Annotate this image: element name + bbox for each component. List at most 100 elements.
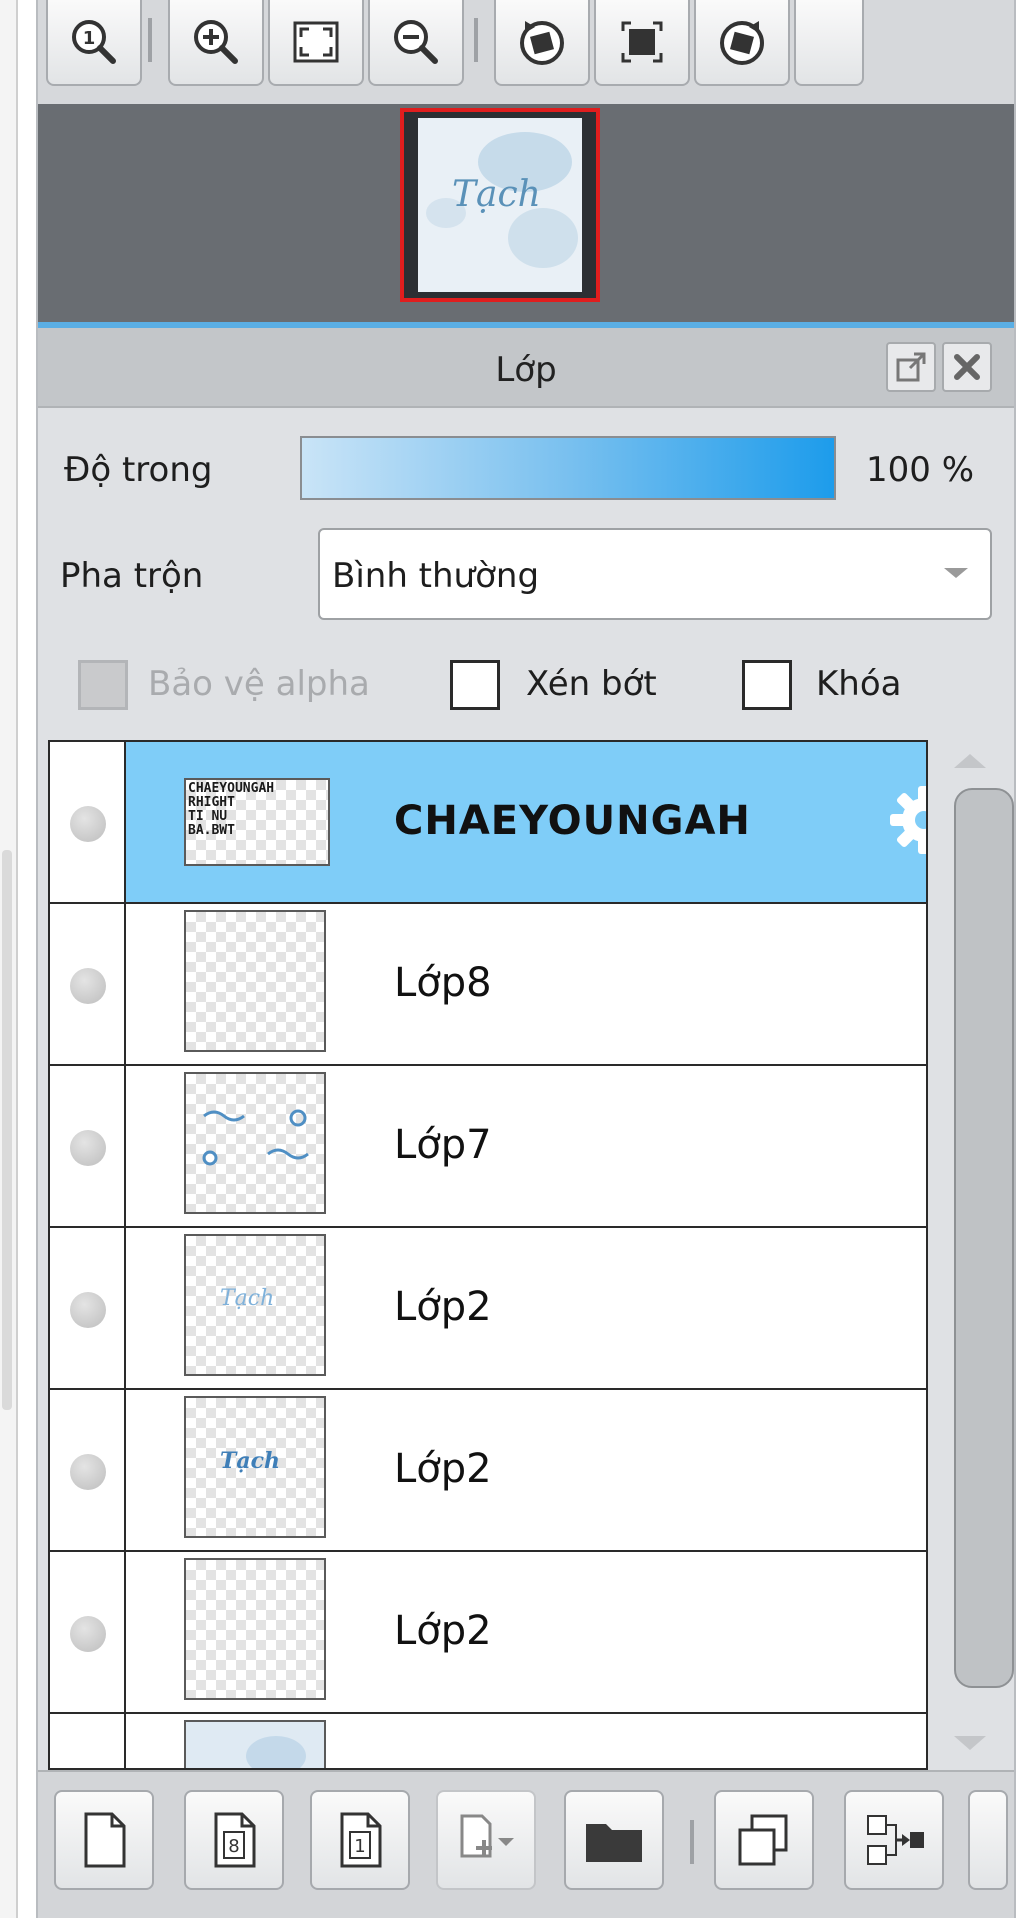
- visibility-toggle[interactable]: [70, 968, 106, 1004]
- visibility-toggle[interactable]: [70, 806, 106, 842]
- new-layer-icon: [84, 1812, 126, 1868]
- blend-mode-select[interactable]: Bình thường: [318, 528, 992, 620]
- opacity-value: 100 %: [866, 450, 975, 490]
- outer-scrollbar[interactable]: [2, 850, 12, 1410]
- layer-thumbnail-text: Tạch: [220, 1286, 275, 1311]
- layer-thumbnail-text: CHAEYOUNGAH RHIGHT TI NU BA.BWT: [188, 781, 275, 838]
- doodle-marks: [202, 1109, 309, 1166]
- add-layer-dropdown-icon: [460, 1814, 514, 1858]
- scroll-up-arrow-icon[interactable]: [954, 754, 986, 768]
- layer-row[interactable]: Lớp2: [50, 1552, 926, 1714]
- merge-layer-button[interactable]: [844, 1790, 944, 1890]
- canvas-thumbnail: Tạch: [418, 118, 582, 292]
- rotate-left-button[interactable]: [494, 0, 590, 86]
- rotate-right-button[interactable]: [694, 0, 790, 86]
- visibility-column: [50, 1066, 126, 1226]
- toolbar-separator: [474, 18, 478, 62]
- toolbar-separator: [690, 1820, 694, 1864]
- new-layer-button[interactable]: [54, 1790, 154, 1890]
- layer-thumbnail: [184, 1072, 326, 1214]
- view-toolbar: 1: [38, 0, 1014, 104]
- lock-checkbox[interactable]: [742, 660, 792, 710]
- layer-row[interactable]: Tạch Lớp2: [50, 1228, 926, 1390]
- layer-thumbnail-text: Tạch: [220, 1448, 281, 1474]
- opacity-label: Độ trong: [64, 450, 213, 490]
- visibility-toggle[interactable]: [70, 1130, 106, 1166]
- blend-mode-label: Pha trộn: [60, 556, 204, 596]
- layer-row[interactable]: CHAEYOUNGAH RHIGHT TI NU BA.BWT CHAEYOUN…: [50, 742, 926, 904]
- visibility-column: [50, 904, 126, 1064]
- layer-thumbnail: [184, 1558, 326, 1700]
- canvas-thumbnail-text: Tạch: [452, 174, 541, 215]
- layer-list-scrollbar[interactable]: [930, 740, 1014, 1770]
- layer-row-partial[interactable]: [50, 1714, 926, 1768]
- close-panel-button[interactable]: [942, 342, 992, 392]
- protect-alpha-label: Bảo vệ alpha: [148, 664, 370, 704]
- visibility-column: [50, 1552, 126, 1712]
- scrollbar-thumb[interactable]: [954, 788, 1014, 1688]
- clipping-label: Xén bớt: [526, 664, 657, 704]
- layer-row-content[interactable]: [126, 1714, 926, 1768]
- new-8bit-layer-button[interactable]: 8: [184, 1790, 284, 1890]
- layer-thumbnail: [184, 910, 326, 1052]
- visibility-toggle[interactable]: [70, 1454, 106, 1490]
- layer-toolbar: 8 1: [38, 1770, 1014, 1918]
- duplicate-layer-icon: [738, 1814, 788, 1866]
- layer-row[interactable]: Lớp7: [50, 1066, 926, 1228]
- layer-row[interactable]: Tạch Lớp2: [50, 1390, 926, 1552]
- reset-view-button[interactable]: [594, 0, 690, 86]
- zoom-in-button[interactable]: [168, 0, 264, 86]
- toolbar-separator: [148, 18, 152, 62]
- lock-label: Khóa: [816, 664, 902, 704]
- layer-name: Lớp8: [394, 960, 492, 1006]
- layer-row-content[interactable]: Tạch Lớp2: [126, 1228, 926, 1388]
- gear-icon[interactable]: [886, 782, 928, 858]
- clipping-checkbox[interactable]: [450, 660, 500, 710]
- layer-row-content[interactable]: Tạch Lớp2: [126, 1390, 926, 1550]
- visibility-toggle[interactable]: [70, 1616, 106, 1652]
- zoom-actual-icon: 1: [72, 20, 116, 64]
- zoom-out-icon: [394, 20, 438, 64]
- visibility-column: [50, 1714, 126, 1768]
- visibility-column: [50, 1228, 126, 1388]
- layer-thumbnail: CHAEYOUNGAH RHIGHT TI NU BA.BWT: [184, 778, 330, 866]
- zoom-in-icon: [194, 20, 238, 64]
- visibility-toggle[interactable]: [70, 1292, 106, 1328]
- visibility-column: [50, 1390, 126, 1550]
- layer-list[interactable]: CHAEYOUNGAH RHIGHT TI NU BA.BWT CHAEYOUN…: [48, 740, 928, 1770]
- layer-name: Lớp2: [394, 1284, 492, 1330]
- layer-row-content[interactable]: Lớp2: [126, 1552, 926, 1712]
- toolbar-more-button[interactable]: [968, 1790, 1008, 1890]
- detach-panel-button[interactable]: [886, 342, 936, 392]
- opacity-slider[interactable]: [300, 436, 836, 500]
- layer-row-content[interactable]: Lớp7: [126, 1066, 926, 1226]
- svg-text:1: 1: [354, 1836, 365, 1857]
- add-layer-dropdown-button[interactable]: [436, 1790, 536, 1890]
- layer-row-content[interactable]: CHAEYOUNGAH RHIGHT TI NU BA.BWT CHAEYOUN…: [126, 742, 926, 902]
- layer-row-content[interactable]: Lớp8: [126, 904, 926, 1064]
- protect-alpha-checkbox[interactable]: [78, 660, 128, 710]
- zoom-actual-button[interactable]: 1: [46, 0, 142, 86]
- layer-thumbnail: Tạch: [184, 1396, 326, 1538]
- navigator-viewport-frame[interactable]: Tạch: [400, 108, 600, 302]
- outer-left-panel: [0, 0, 18, 1918]
- zoom-out-button[interactable]: [368, 0, 464, 86]
- new-8bit-layer-icon: 8: [214, 1812, 256, 1868]
- new-folder-button[interactable]: [564, 1790, 664, 1890]
- layer-row[interactable]: Lớp8: [50, 904, 926, 1066]
- navigator-preview[interactable]: Tạch: [38, 104, 1014, 326]
- folder-icon: [586, 1824, 642, 1862]
- layer-panel-title: Lớp: [495, 350, 557, 390]
- scroll-down-arrow-icon[interactable]: [954, 1736, 986, 1750]
- opacity-slider-fill: [302, 438, 834, 498]
- toolbar-more-button[interactable]: [794, 0, 864, 86]
- new-1bit-layer-icon: 1: [340, 1812, 382, 1868]
- layer-thumbnail: Tạch: [184, 1234, 326, 1376]
- new-1bit-layer-button[interactable]: 1: [310, 1790, 410, 1890]
- layer-panel-header[interactable]: Lớp: [38, 328, 1014, 408]
- reset-view-icon: [621, 21, 663, 63]
- duplicate-layer-button[interactable]: [714, 1790, 814, 1890]
- fit-screen-button[interactable]: [268, 0, 364, 86]
- layer-name: Lớp7: [394, 1122, 492, 1168]
- external-window-icon: [896, 352, 926, 382]
